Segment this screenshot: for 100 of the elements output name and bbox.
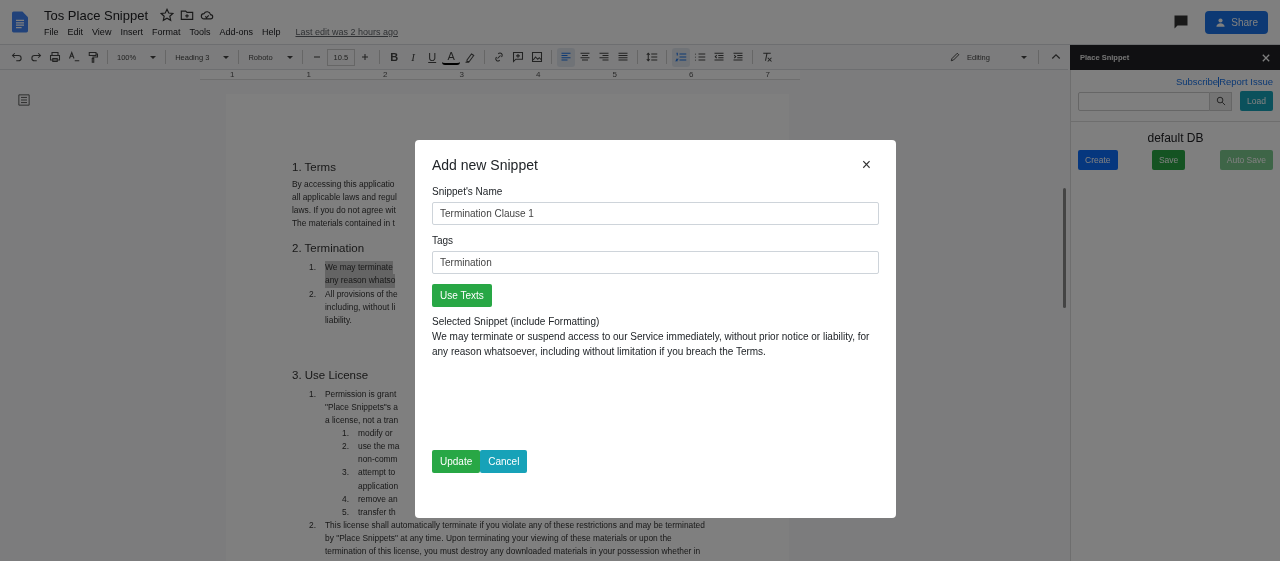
bold-button[interactable]: B xyxy=(385,47,404,67)
ruler-number: 1 xyxy=(230,69,235,80)
menu-item[interactable]: Add-ons xyxy=(219,26,253,37)
caret-icon xyxy=(1021,55,1027,59)
spelling-icon xyxy=(68,51,80,63)
list-number: 2. xyxy=(341,440,350,454)
star-icon[interactable] xyxy=(160,8,175,22)
linespacing-icon xyxy=(646,51,659,63)
text-line: non-comm xyxy=(358,453,398,467)
document-title[interactable]: Tos Place Snippet xyxy=(44,7,149,23)
sidebar-button[interactable]: Save xyxy=(1151,150,1186,170)
report-issue-link[interactable]: Report Issue xyxy=(1219,76,1273,87)
caret-icon xyxy=(223,55,230,59)
list-number: 4. xyxy=(341,492,350,506)
field-label: Tags xyxy=(432,235,454,246)
text-line: all applicable laws and regul xyxy=(292,191,397,205)
italic-button[interactable]: I xyxy=(404,47,423,67)
alignleft-icon xyxy=(560,51,573,63)
alignleft-button[interactable] xyxy=(557,47,576,67)
share-button[interactable]: Share xyxy=(1205,10,1268,34)
comment-icon xyxy=(512,51,525,63)
menu-item[interactable]: Edit xyxy=(67,26,84,37)
image-icon xyxy=(531,51,544,63)
selected-snippet-label: Selected Snippet (include Formatting) xyxy=(432,316,600,327)
folder-icon[interactable] xyxy=(180,8,195,22)
heading: 2. Termination xyxy=(292,241,365,256)
menu-item[interactable]: View xyxy=(92,26,112,37)
aligncenter-icon xyxy=(579,51,592,63)
alignright-icon xyxy=(598,51,611,63)
text-line: Permission is grant xyxy=(325,387,397,401)
paintformat-icon xyxy=(87,51,99,63)
text-line: remove an xyxy=(358,492,398,506)
last-edit-link[interactable]: Last edit was 2 hours ago xyxy=(295,26,399,37)
text-line: a license, not a tran xyxy=(325,414,399,428)
use-texts-button[interactable]: Use Texts xyxy=(432,284,492,307)
text-line: application xyxy=(358,479,399,493)
text-line: use the ma xyxy=(358,440,400,454)
list-number: 1. xyxy=(341,427,350,441)
snippet-text: We may terminate or suspend access to our Service immediately, without prior notice or liability, for any reason whatsoever, including without limitation if you breach the Terms. xyxy=(432,330,871,359)
search-field[interactable] xyxy=(1078,91,1210,111)
menu-item[interactable]: Help xyxy=(261,26,281,37)
menu-item[interactable]: Format xyxy=(151,26,181,37)
outline-icon[interactable] xyxy=(18,94,30,106)
person-icon xyxy=(1215,16,1227,28)
ruler-number: 4 xyxy=(536,69,541,80)
list-number: 1. xyxy=(308,387,317,401)
text-field[interactable]: Termination xyxy=(432,251,879,274)
text-line: All provisions of the xyxy=(325,287,398,301)
dialog-title: Add new Snippet xyxy=(432,157,538,173)
menu-item[interactable]: Insert xyxy=(120,26,143,37)
comment-icon[interactable] xyxy=(1173,14,1190,30)
list-number: 1. xyxy=(308,261,317,275)
ruler-number: 7 xyxy=(765,69,770,80)
menu-item[interactable]: Tools xyxy=(189,26,211,37)
text-line: attempt to xyxy=(358,466,396,480)
subscribe-link[interactable]: Subscribe xyxy=(1175,76,1219,87)
list-number: 3. xyxy=(341,466,350,480)
justify-icon xyxy=(617,51,630,63)
indent-icon xyxy=(732,51,745,63)
search-icon xyxy=(1215,96,1226,106)
load-button[interactable]: Load xyxy=(1240,91,1273,111)
dialog-button[interactable]: Update xyxy=(432,450,481,473)
scrollbar[interactable] xyxy=(1063,188,1066,308)
ruler-number: 2 xyxy=(383,69,388,80)
text-line: laws. If you do not agree wit xyxy=(292,204,396,218)
cloud-icon[interactable] xyxy=(200,8,215,22)
menu-item[interactable]: File xyxy=(44,26,59,37)
text-field[interactable]: Termination Clause 1 xyxy=(432,202,879,225)
outdent-icon xyxy=(713,51,726,63)
highlighter-icon xyxy=(464,51,477,63)
text-line: This license shall automatically terminate if you violate any of these restrictions and may be terminated xyxy=(325,518,705,532)
list-number: 5. xyxy=(341,505,350,519)
docs-logo-icon[interactable] xyxy=(12,11,28,33)
color-button[interactable]: A xyxy=(442,49,461,65)
text-line: liability. xyxy=(325,313,352,327)
numbered-button[interactable] xyxy=(672,47,691,67)
close-button[interactable]: × xyxy=(853,156,879,174)
caret-icon xyxy=(150,55,157,59)
text-line: transfer th xyxy=(358,505,396,519)
text-line: "Place Snippets"s a xyxy=(325,400,398,414)
search-button[interactable] xyxy=(1210,91,1233,111)
sidebar-button[interactable]: Create xyxy=(1078,150,1118,170)
pencil-icon xyxy=(949,51,961,63)
text-line: including, without li xyxy=(325,300,396,314)
ruler-number: 3 xyxy=(459,69,464,80)
text-line: termination of this license, you must destroy any downloaded materials in your possession whether in xyxy=(325,544,701,558)
numbered-icon xyxy=(675,51,688,63)
heading: 1. Terms xyxy=(292,160,336,174)
list-number: 2. xyxy=(308,287,317,301)
caret-icon xyxy=(286,55,293,59)
clear-icon xyxy=(761,51,774,63)
underline-button[interactable]: U xyxy=(423,47,442,67)
link-icon xyxy=(493,51,506,63)
text-line: By accessing this applicatio xyxy=(292,178,395,191)
close-icon[interactable] xyxy=(1262,53,1270,62)
print-icon xyxy=(49,51,61,63)
database-name: default DB xyxy=(1146,131,1205,145)
text-line: by "Place Snippets" at any time. Upon terminating your viewing of these materials or upon the xyxy=(325,531,672,545)
redo-icon xyxy=(30,51,42,63)
dialog-button[interactable]: Cancel xyxy=(480,450,528,473)
